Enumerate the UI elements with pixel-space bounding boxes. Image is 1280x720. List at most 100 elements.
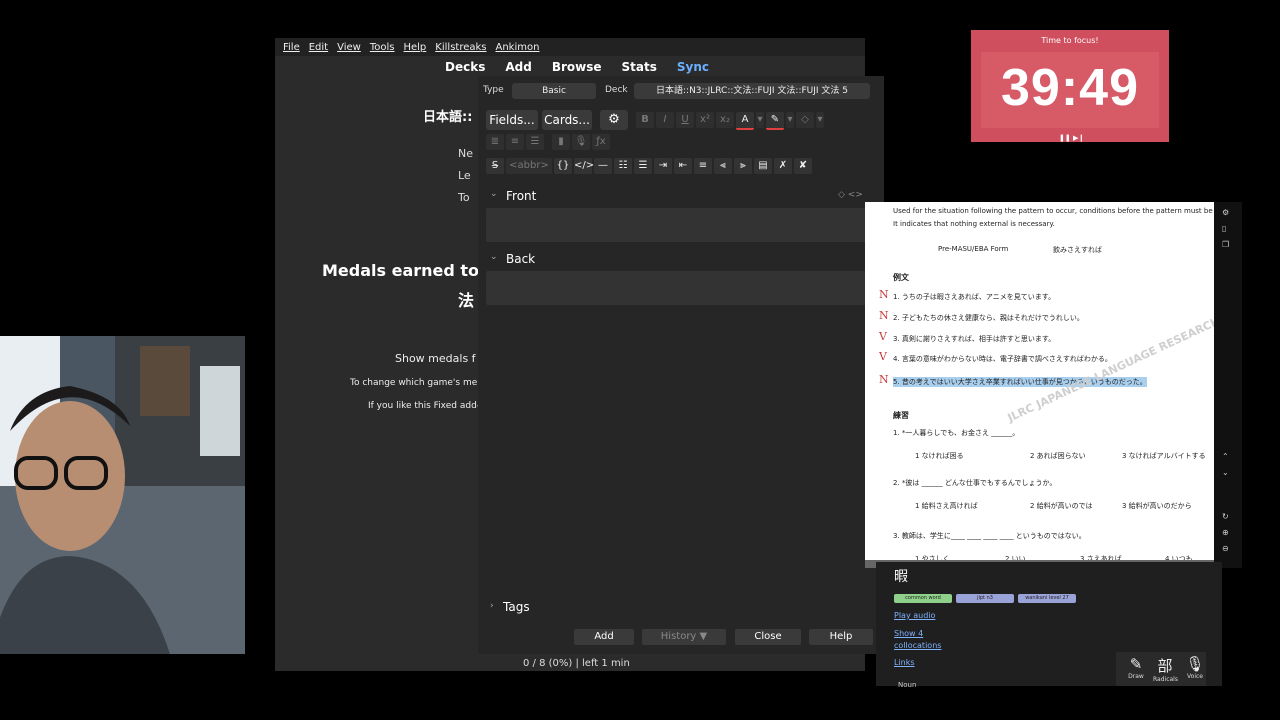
stat-learn: Le xyxy=(458,169,471,182)
record-icon[interactable]: 🎙 xyxy=(572,134,590,150)
menu-edit[interactable]: Edit xyxy=(309,42,328,53)
menu-ankimon[interactable]: Ankimon xyxy=(496,42,540,53)
radicals-label: Radicals xyxy=(1153,676,1178,683)
addon-promo-text: If you like this Fixed add- xyxy=(368,401,481,411)
align-icon[interactable]: ☰ xyxy=(526,134,544,150)
front-field-input[interactable] xyxy=(486,208,872,242)
timer-controls[interactable]: ❚❚ ▶❙ xyxy=(1059,134,1084,142)
pdf-viewer-page[interactable]: Used for the situation following the pat… xyxy=(865,202,1215,568)
menu-tools[interactable]: Tools xyxy=(370,42,395,53)
highlight-color-icon[interactable]: ✎ xyxy=(766,112,784,130)
stat-new: Ne xyxy=(458,147,473,160)
italic-icon[interactable]: I xyxy=(656,112,674,128)
show-collocations-link[interactable]: Show 4 xyxy=(894,629,923,638)
eraser-icon[interactable]: ◇ xyxy=(796,112,814,128)
abbr-button[interactable]: <abbr> xyxy=(506,158,552,174)
indent-icon[interactable]: ⇥ xyxy=(654,158,672,174)
toolbar-decks[interactable]: Decks xyxy=(445,60,485,74)
highlight-dropdown-icon[interactable]: ▾ xyxy=(786,112,794,128)
formula-icon[interactable]: ƒx xyxy=(592,134,610,150)
format-toolbar-row3: S̶ <abbr> {} </> — ☷ ☰ ⇥ ⇤ ≡ ⫷ ⫸ ▤ ✗ ✘ xyxy=(486,158,814,174)
play-audio-link[interactable]: Play audio xyxy=(894,611,935,620)
bullet-list-icon[interactable]: ≣ xyxy=(486,134,504,150)
superscript-icon[interactable]: x² xyxy=(696,112,714,128)
pdf-zoom-out-icon[interactable]: ⊖ xyxy=(1222,544,1229,553)
toolbar-add[interactable]: Add xyxy=(505,60,531,74)
bold-icon[interactable]: B xyxy=(636,112,654,128)
horizontal-rule-icon[interactable]: — xyxy=(594,158,612,174)
clear-ruby-icon[interactable]: ✘ xyxy=(794,158,812,174)
pdf-rotate-icon[interactable]: ↻ xyxy=(1222,512,1229,521)
toolbar-stats[interactable]: Stats xyxy=(622,60,657,74)
timer-label: Time to focus! xyxy=(1041,36,1099,45)
pdf-form-label: Pre-MASU/EBA Form xyxy=(938,245,1009,253)
menu-killstreaks[interactable]: Killstreaks xyxy=(435,42,486,53)
subscript-icon[interactable]: x₂ xyxy=(716,112,734,128)
pdf-practice-heading: 練習 xyxy=(893,411,909,420)
links-link[interactable]: Links xyxy=(894,658,915,667)
menu-help[interactable]: Help xyxy=(403,42,426,53)
outdent-icon[interactable]: ⇤ xyxy=(674,158,692,174)
pdf-bookmark-icon[interactable]: ▯ xyxy=(1222,224,1226,233)
draw-label: Draw xyxy=(1128,673,1144,680)
deck-selector[interactable]: 日本語::N3::JLRC::文法::FUJI 文法::FUJI 文法 5 xyxy=(634,83,870,99)
settings-gear-icon[interactable]: ⚙ xyxy=(600,110,628,130)
justify-icon[interactable]: ▤ xyxy=(754,158,772,174)
toolbar-sync[interactable]: Sync xyxy=(677,60,709,74)
add-button[interactable]: Add xyxy=(574,629,634,645)
collapse-front-icon[interactable]: ⌄ xyxy=(490,189,498,199)
pdf-copy-icon[interactable]: ❐ xyxy=(1222,240,1229,249)
align-left-icon[interactable]: ⫷ xyxy=(714,158,732,174)
pdf-q1-option-1: 1 なければ困る xyxy=(915,452,964,460)
fields-button[interactable]: Fields... xyxy=(486,110,538,130)
strikethrough-icon[interactable]: S̶ xyxy=(486,158,504,174)
pdf-settings-icon[interactable]: ⚙ xyxy=(1222,208,1229,217)
dict-cut-text: Noun xyxy=(898,681,917,689)
show-medals-text: Show medals f xyxy=(395,352,476,365)
more-dropdown-icon[interactable]: ▾ xyxy=(816,112,824,128)
history-button[interactable]: History ▼ xyxy=(642,629,726,645)
dictionary-panel: 暇 common word jlpt n3 wanikani level 27 … xyxy=(876,562,1222,689)
tag-jlpt: jlpt n3 xyxy=(956,594,1014,603)
code-icon[interactable]: </> xyxy=(574,158,594,174)
note-type-selector[interactable]: Basic xyxy=(512,83,596,99)
menu-file[interactable]: File xyxy=(283,42,300,53)
underline-icon[interactable]: U xyxy=(676,112,694,128)
front-field-label: Front xyxy=(506,189,537,203)
expand-tags-icon[interactable]: › xyxy=(490,601,494,611)
change-game-text: To change which game's me xyxy=(350,378,478,388)
handwritten-mark-3: V xyxy=(879,330,887,343)
pdf-page-down-icon[interactable]: ⌄ xyxy=(1222,468,1229,477)
center-icon[interactable]: ≡ xyxy=(694,158,712,174)
pin-icon[interactable]: ◇ <> xyxy=(838,190,863,200)
help-button[interactable]: Help xyxy=(809,629,873,645)
text-color-dropdown-icon[interactable]: ▾ xyxy=(756,112,764,128)
deck-label: Deck xyxy=(605,85,628,95)
collapse-back-icon[interactable]: ⌄ xyxy=(490,252,498,262)
text-color-icon[interactable]: A xyxy=(736,112,754,130)
collocations-link[interactable]: collocations xyxy=(894,641,941,650)
draw-icon: ✎ xyxy=(1129,655,1143,673)
menu-view[interactable]: View xyxy=(337,42,361,53)
align-right-icon[interactable]: ⫸ xyxy=(734,158,752,174)
cards-button[interactable]: Cards... xyxy=(542,110,592,130)
ul-icon[interactable]: ☷ xyxy=(614,158,632,174)
close-button[interactable]: Close xyxy=(735,629,801,645)
handwritten-mark-1: N xyxy=(879,288,889,301)
pdf-question-1: 1. *一人暮らしでも、お金さえ ______。 xyxy=(893,429,1020,437)
pdf-examples-heading: 例文 xyxy=(893,273,909,282)
pdf-side-toolbar: ⚙ ▯ ❐ ⌃ ⌄ ↻ ⊕ ⊖ xyxy=(1214,202,1242,568)
toolbar-browse[interactable]: Browse xyxy=(552,60,602,74)
pdf-question-3: 3. 教師は、学生に____ ____ ____ ____ というものではない。 xyxy=(893,532,1086,540)
voice-tool[interactable]: 🎙 Voice xyxy=(1183,655,1207,680)
radicals-tool[interactable]: 部 Radicals xyxy=(1153,655,1178,683)
braces-icon[interactable]: {} xyxy=(554,158,572,174)
pdf-zoom-in-icon[interactable]: ⊕ xyxy=(1222,528,1229,537)
attach-icon[interactable]: ▮ xyxy=(552,134,570,150)
draw-tool[interactable]: ✎ Draw xyxy=(1124,655,1148,680)
ol-icon[interactable]: ☰ xyxy=(634,158,652,174)
pdf-page-up-icon[interactable]: ⌃ xyxy=(1222,452,1229,461)
number-list-icon[interactable]: ≡ xyxy=(506,134,524,150)
ruby-icon[interactable]: ✗ xyxy=(774,158,792,174)
back-field-input[interactable] xyxy=(486,271,872,305)
